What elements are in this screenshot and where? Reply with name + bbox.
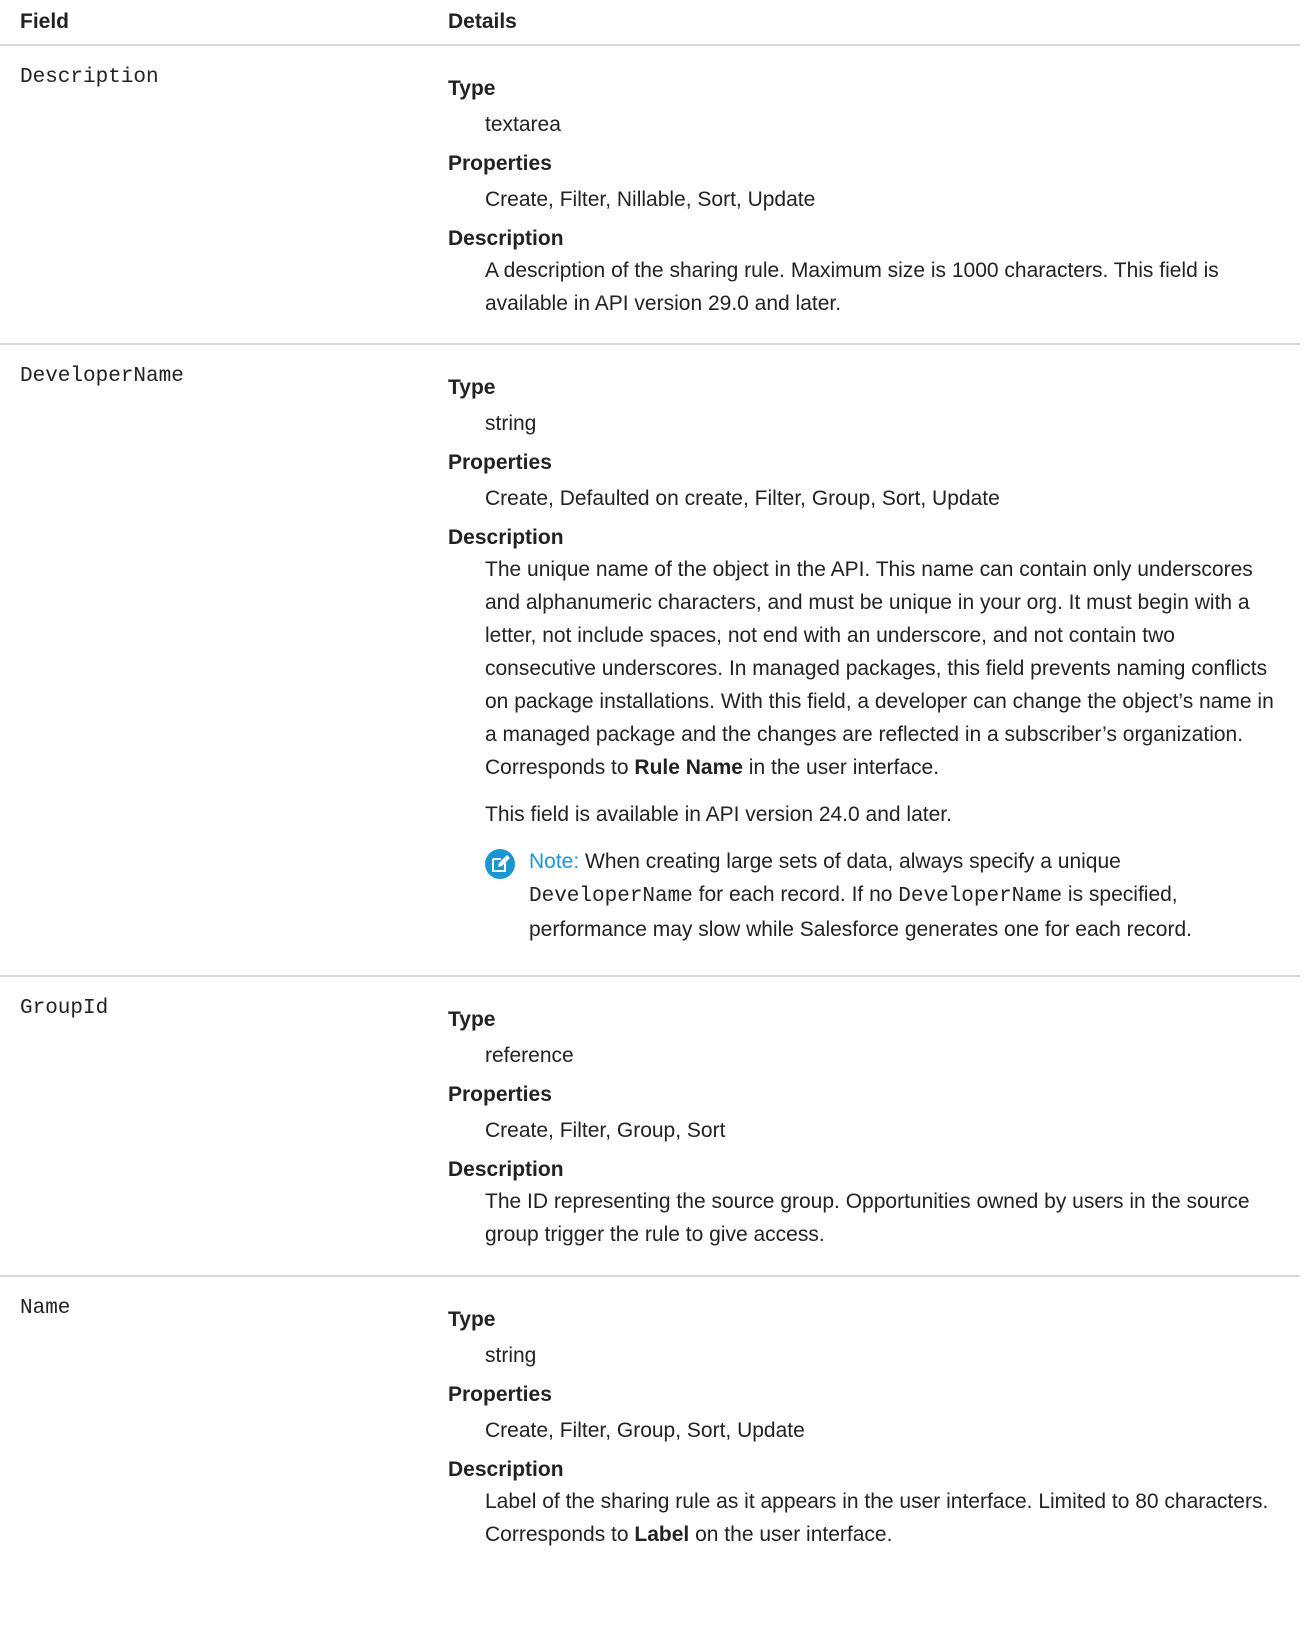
- field-details: Type string Properties Create, Filter, G…: [448, 1307, 1290, 1561]
- description-value: Label of the sharing rule as it appears …: [485, 1485, 1290, 1551]
- note-body: When creating large sets of data, always…: [579, 850, 1121, 873]
- note-label: Note:: [529, 850, 580, 873]
- properties-label: Properties: [448, 152, 552, 175]
- description-label: Description: [448, 1158, 564, 1181]
- properties-value: Create, Defaulted on create, Filter, Gro…: [485, 487, 1000, 510]
- table-row: DeveloperName Type string Properties Cre…: [0, 345, 1300, 977]
- note-edit-icon: [485, 849, 515, 879]
- description-label: Description: [448, 227, 564, 250]
- properties-label: Properties: [448, 451, 552, 474]
- description-paragraph: The unique name of the object in the API…: [485, 553, 1290, 784]
- properties-label: Properties: [448, 1383, 552, 1406]
- description-text: on the user interface.: [689, 1523, 893, 1546]
- type-label: Type: [448, 376, 496, 399]
- type-label: Type: [448, 1308, 496, 1331]
- properties-value: Create, Filter, Nillable, Sort, Update: [485, 188, 816, 211]
- type-value: string: [485, 412, 537, 435]
- field-details: Type textarea Properties Create, Filter,…: [448, 76, 1290, 330]
- note-callout: Note: When creating large sets of data, …: [485, 845, 1290, 946]
- type-value: reference: [485, 1044, 574, 1067]
- table-header: Field Details: [0, 0, 1300, 46]
- field-name: Description: [20, 66, 159, 89]
- properties-value: Create, Filter, Group, Sort: [485, 1119, 726, 1142]
- column-header-details: Details: [448, 10, 517, 33]
- ui-term: Rule Name: [634, 756, 743, 779]
- description-value: The unique name of the object in the API…: [485, 553, 1290, 946]
- description-value: A description of the sharing rule. Maxim…: [485, 259, 1219, 315]
- field-details: Type string Properties Create, Defaulted…: [448, 375, 1290, 956]
- type-value: textarea: [485, 113, 561, 136]
- field-details: Type reference Properties Create, Filter…: [448, 1007, 1290, 1261]
- note-text: Note: When creating large sets of data, …: [529, 845, 1290, 946]
- type-value: string: [485, 1344, 537, 1367]
- note-body: for each record. If no: [692, 883, 899, 906]
- type-label: Type: [448, 1008, 496, 1031]
- availability-text: This field is available in API version 2…: [485, 803, 952, 826]
- code-term: DeveloperName: [898, 885, 1063, 908]
- description-label: Description: [448, 1458, 564, 1481]
- field-name: Name: [20, 1297, 71, 1320]
- table-row: GroupId Type reference Properties Create…: [0, 977, 1300, 1277]
- description-value: The ID representing the source group. Op…: [485, 1190, 1250, 1246]
- table-row: Name Type string Properties Create, Filt…: [0, 1277, 1300, 1625]
- description-label: Description: [448, 526, 564, 549]
- ui-term: Label: [634, 1523, 690, 1546]
- properties-label: Properties: [448, 1083, 552, 1106]
- description-text: The unique name of the object in the API…: [485, 558, 1274, 779]
- description-text: in the user interface.: [742, 756, 940, 779]
- field-name: GroupId: [20, 997, 109, 1020]
- type-label: Type: [448, 77, 496, 100]
- table-row: Description Type textarea Properties Cre…: [0, 46, 1300, 345]
- properties-value: Create, Filter, Group, Sort, Update: [485, 1419, 805, 1442]
- column-header-field: Field: [20, 10, 70, 33]
- field-name: DeveloperName: [20, 365, 184, 388]
- code-term: DeveloperName: [529, 885, 693, 908]
